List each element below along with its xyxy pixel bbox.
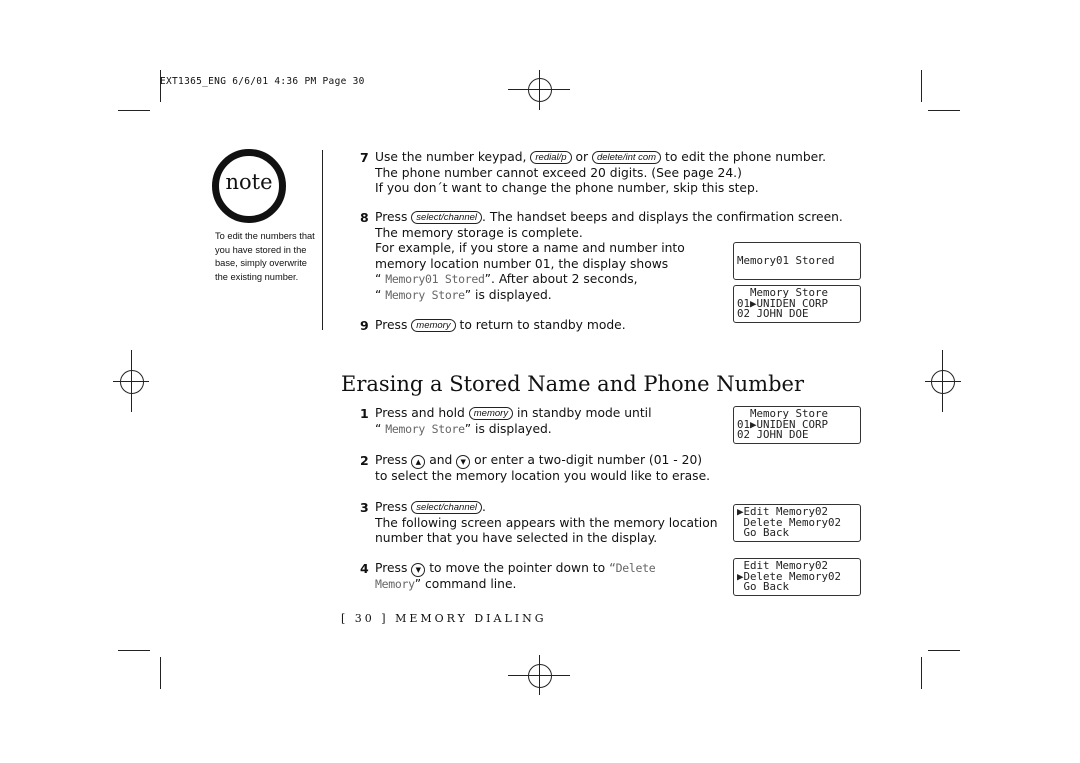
key-button-label: select/channel [411,501,483,514]
step-text: to select the memory location you would … [375,468,711,483]
step-text: The memory storage is complete. [375,225,583,240]
registration-line [539,70,540,110]
step-line: Press ▼ to move the pointer down to “Del… [375,561,656,577]
step-text: and [425,453,457,467]
step-line: The following screen appears with the me… [375,516,718,531]
crop-mark [921,70,922,102]
step-text: to edit the phone number. [661,150,827,164]
crop-mark [118,650,150,651]
lcd-text: “Delete [609,561,656,575]
registration-line [539,655,540,695]
step-text: ” is displayed. [464,421,552,436]
section-title: Erasing a Stored Name and Phone Number [341,372,804,396]
page-footer: [ 30 ] MEMORY DIALING [341,612,547,625]
lcd-display: Memory Store 01▶UNIDEN CORP 02 JOHN DOE [733,285,861,323]
step-line: “ Memory01 Stored”. After about 2 second… [375,272,638,287]
crop-mark [160,657,161,689]
step-text: to move the pointer down to [425,561,610,575]
lcd-display: Memory Store 01▶UNIDEN CORP 02 JOHN DOE [733,406,861,444]
down-arrow-key-icon: ▼ [456,455,471,469]
step-text: . [482,500,486,514]
step-line: number that you have selected in the dis… [375,531,657,546]
step-line: Memory” command line. [375,577,516,592]
registration-line [942,350,943,412]
step-number: 7 [360,150,369,165]
manual-page: EXT1365_ENG 6/6/01 4:36 PM Page 30 note … [0,0,1080,763]
crop-mark [118,110,150,111]
crop-mark [928,650,960,651]
step-text: . The handset beeps and displays the con… [482,210,843,224]
key-button-label: memory [411,319,456,332]
step-line: “ Memory Store” is displayed. [375,288,552,303]
step-line: “ Memory Store” is displayed. [375,422,552,437]
step-number: 1 [360,406,369,421]
lcd-text: Memory Store [385,421,465,436]
crop-mark [928,110,960,111]
lcd-display: ▶Edit Memory02 Delete Memory02 Go Back [733,504,861,542]
registration-mark [931,370,955,394]
step-line: Use the number keypad, redial/p or delet… [375,150,826,165]
step-line: to select the memory location you would … [375,469,710,484]
up-arrow-key-icon: ▲ [411,455,426,469]
key-button-label: delete/int com [591,151,662,164]
step-line: Press select/channel. The handset beeps … [375,210,843,225]
step-text: number that you have selected in the dis… [375,531,658,545]
step-text: or [571,150,592,164]
step-text: ” command line. [414,576,517,591]
step-text: or enter a two-digit number (01 - 20) [470,453,703,467]
crop-mark [921,657,922,689]
sidebar-divider [322,150,323,330]
step-text: Use the number keypad, [375,150,531,164]
step-text: Press [375,561,412,575]
step-text: in standby mode until [513,406,652,420]
step-line: Press select/channel. [375,500,486,515]
step-number: 9 [360,318,369,333]
key-button-label: select/channel [411,211,483,224]
step-text: “ [375,421,386,436]
step-text: If you don´t want to change the phone nu… [375,181,759,195]
step-text: Press [375,210,412,224]
step-line: For example, if you store a name and num… [375,241,685,256]
registration-mark [528,78,552,102]
step-text: ” is displayed. [464,287,552,302]
lcd-text: Memory Store [385,287,465,302]
step-line: If you don´t want to change the phone nu… [375,181,759,196]
step-number: 2 [360,453,369,468]
note-label: note [225,170,273,194]
step-text: Press and hold [375,406,469,420]
key-button-label: redial/p [530,151,572,164]
lcd-text: Memory [375,576,415,591]
step-number: 8 [360,210,369,225]
lcd-text: Memory01 Stored [385,272,485,286]
step-text: “ [375,287,386,302]
step-line: Press memory to return to standby mode. [375,318,626,333]
registration-mark [120,370,144,394]
step-text: For example, if you store a name and num… [375,241,685,255]
step-text: to return to standby mode. [455,318,626,332]
registration-mark [528,664,552,688]
step-text: memory location number 01, the display s… [375,256,669,271]
step-number: 4 [360,561,369,576]
down-arrow-key-icon: ▼ [411,563,426,577]
step-number: 3 [360,500,369,515]
step-text: The following screen appears with the me… [375,515,718,530]
step-text: The phone number cannot exceed 20 digits… [375,165,742,180]
registration-line [131,350,132,412]
lcd-display: Edit Memory02 ▶Delete Memory02 Go Back [733,558,861,596]
step-line: memory location number 01, the display s… [375,257,668,272]
step-text: “ [375,272,386,286]
step-text: Press [375,453,412,467]
key-button-label: memory [468,407,514,420]
step-line: The memory storage is complete. [375,226,583,241]
step-line: Press and hold memory in standby mode un… [375,406,651,421]
step-text: Press [375,500,412,514]
note-text: To edit the numbers that you have stored… [215,231,315,282]
registration-line [925,381,961,382]
step-text: ”. After about 2 seconds, [484,272,638,286]
step-line: The phone number cannot exceed 20 digits… [375,166,742,181]
lcd-display: Memory01 Stored [733,242,861,280]
step-text: Press [375,318,412,332]
print-header: EXT1365_ENG 6/6/01 4:36 PM Page 30 [160,76,365,87]
step-line: Press ▲ and ▼ or enter a two-digit numbe… [375,453,702,469]
